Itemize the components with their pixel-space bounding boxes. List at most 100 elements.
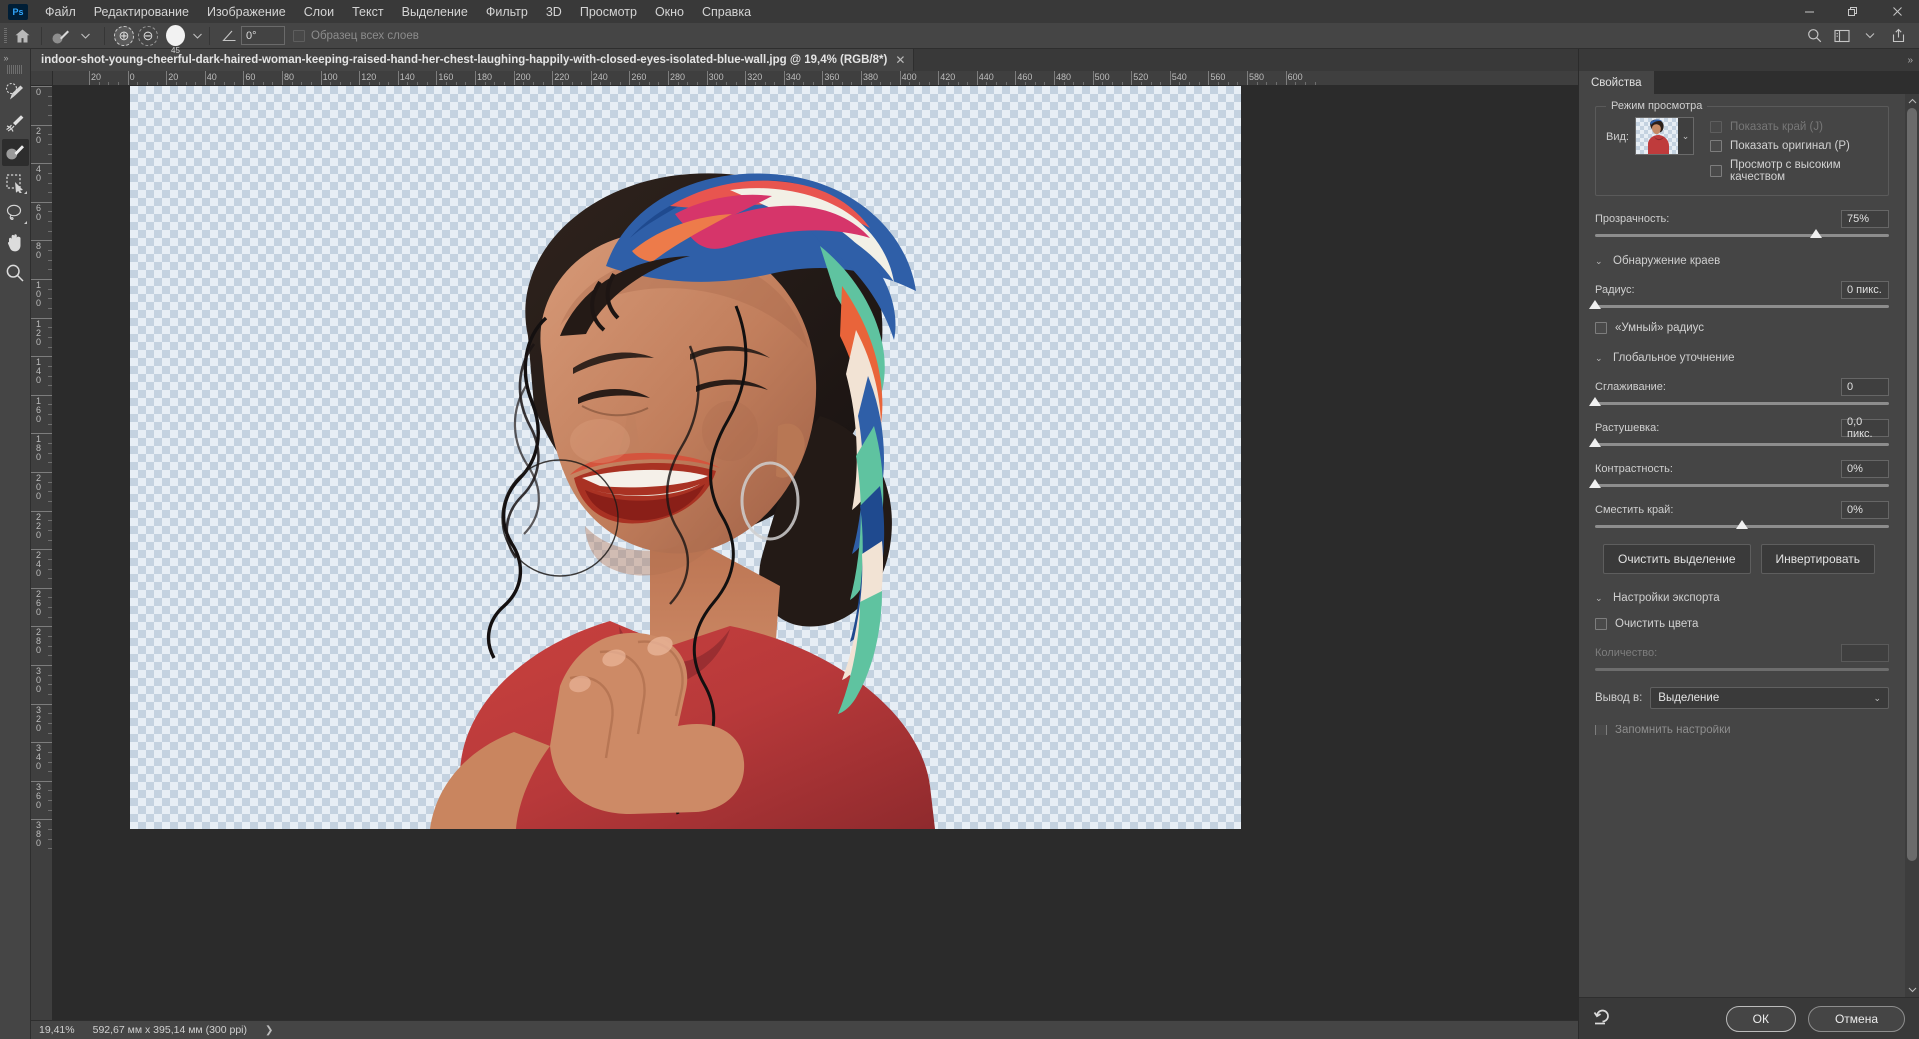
angle-input[interactable]: 0° (241, 26, 285, 45)
document-dimensions[interactable]: 592,67 мм x 395,14 мм (300 ppi) (93, 1024, 247, 1036)
menu-layers[interactable]: Слои (295, 2, 343, 22)
sample-all-layers-checkbox[interactable]: Образец всех слоев (293, 29, 419, 42)
contrast-value[interactable]: 0% (1841, 460, 1889, 478)
horizontal-ruler[interactable]: 20 0 20 40 60 80 100 120 140 160 180 200 220 240 260 28… (53, 71, 1578, 86)
tool-brush[interactable] (1, 139, 29, 166)
scroll-down-icon[interactable] (1905, 983, 1919, 997)
close-button[interactable] (1875, 0, 1919, 23)
add-to-selection-button[interactable]: ⊕ (112, 25, 136, 47)
chevron-down-icon[interactable]: ⌄ (1677, 118, 1693, 154)
scroll-thumb[interactable] (1907, 108, 1917, 861)
checkbox-high-quality-preview[interactable]: Просмотр с высоким качеством (1709, 159, 1878, 183)
panel-content: Режим просмотра Вид: ⌄ Показать край (J)… (1579, 94, 1905, 997)
ruler-label: 180 (36, 434, 42, 463)
share-icon[interactable] (1885, 24, 1911, 48)
status-expand-icon[interactable]: ❯ (265, 1025, 273, 1036)
home-icon[interactable] (10, 25, 34, 47)
feather-track[interactable] (1589, 438, 1889, 447)
scroll-track[interactable] (1905, 108, 1919, 983)
invert-button[interactable]: Инвертировать (1760, 544, 1876, 574)
zoom-level[interactable]: 19,41% (39, 1024, 75, 1036)
document-tab[interactable]: indoor-shot-young-cheerful-dark-haired-w… (31, 49, 915, 71)
opacity-thumb[interactable] (1809, 229, 1822, 238)
tool-object-selection[interactable] (2, 169, 29, 196)
section-global-refinement[interactable]: ⌄ Глобальное уточнение (1595, 352, 1889, 364)
tool-zoom[interactable] (2, 259, 29, 286)
ruler-label: 440 (978, 72, 994, 82)
panel-scrollbar[interactable] (1905, 94, 1919, 997)
menu-3d[interactable]: 3D (537, 2, 571, 22)
radius-head: Радиус: 0 пикс. (1595, 281, 1889, 299)
menu-file[interactable]: Файл (36, 2, 85, 22)
ruler-tick (31, 86, 52, 87)
brush-size-preview[interactable]: 45 (166, 25, 202, 55)
checkbox-label: Показать край (J) (1729, 121, 1823, 133)
ruler-tick (31, 317, 52, 319)
menu-window[interactable]: Окно (646, 2, 693, 22)
menu-help[interactable]: Справка (693, 2, 760, 22)
clear-selection-button[interactable]: Очистить выделение (1603, 544, 1751, 574)
vertical-ruler[interactable]: 0 20 40 60 80 100 120 140 160 180 200 220 240 260 280 3… (31, 86, 53, 1020)
tool-quick-selection[interactable] (2, 79, 29, 106)
radius-thumb[interactable] (1589, 300, 1601, 309)
menu-filter[interactable]: Фильтр (477, 2, 537, 22)
menu-select[interactable]: Выделение (393, 2, 477, 22)
checkbox-smart-radius[interactable]: «Умный» радиус (1595, 322, 1889, 334)
radius-value[interactable]: 0 пикс. (1841, 281, 1889, 299)
ruler-label: 160 (36, 395, 42, 424)
status-bar: 19,41% 592,67 мм x 395,14 мм (300 ppi) ❯ (31, 1020, 1578, 1039)
feather-value[interactable]: 0,0 пикс. (1841, 416, 1889, 440)
checkbox-decontaminate-colors[interactable]: Очистить цвета (1595, 618, 1889, 630)
tab-properties[interactable]: Свойства (1579, 71, 1654, 94)
shift-edge-value[interactable]: 0% (1841, 501, 1889, 519)
options-bar: ⊕ ⊖ 45 0° Образец всех слоев (0, 23, 1919, 55)
menu-image[interactable]: Изображение (198, 2, 295, 22)
checkbox-show-edge[interactable]: Показать край (J) (1709, 121, 1878, 133)
tool-hand[interactable] (2, 229, 29, 256)
section-edge-detection[interactable]: ⌄ Обнаружение краев (1595, 255, 1889, 267)
radius-track[interactable] (1589, 300, 1889, 309)
view-thumbnail-picker[interactable]: ⌄ (1634, 117, 1694, 155)
contrast-thumb[interactable] (1589, 479, 1601, 488)
shift-edge-thumb[interactable] (1736, 520, 1748, 529)
checkbox-remember-settings[interactable]: Запомнить настройки (1595, 725, 1889, 735)
reset-icon[interactable] (1593, 1007, 1612, 1030)
toolbar-grip[interactable] (7, 65, 23, 74)
shift-edge-track[interactable] (1595, 520, 1889, 529)
menu-text[interactable]: Текст (343, 2, 392, 22)
canvas-viewport[interactable] (53, 86, 1578, 1020)
tool-lasso[interactable] (2, 199, 29, 226)
tool-refine-edge-brush[interactable] (2, 109, 29, 136)
ruler-label: 540 (1171, 72, 1187, 82)
output-to-select[interactable]: Выделение ⌄ (1650, 687, 1889, 709)
menu-view[interactable]: Просмотр (571, 2, 646, 22)
search-icon[interactable] (1801, 24, 1827, 48)
scroll-up-icon[interactable] (1905, 94, 1919, 108)
restore-button[interactable] (1831, 0, 1875, 23)
opacity-track[interactable] (1595, 229, 1889, 238)
section-export-settings[interactable]: ⌄ Настройки экспорта (1595, 592, 1889, 604)
smooth-thumb[interactable] (1589, 397, 1601, 406)
brush-preset-icon[interactable] (49, 25, 73, 47)
minimize-button[interactable] (1787, 0, 1831, 23)
feather-thumb[interactable] (1589, 438, 1601, 447)
workspace-icon[interactable] (1829, 24, 1855, 48)
chevron-down-icon[interactable] (1857, 24, 1883, 48)
brush-preset-chevron-icon[interactable] (73, 25, 97, 47)
subtract-from-selection-button[interactable]: ⊖ (136, 25, 160, 47)
ruler-label: 200 (36, 473, 42, 501)
contrast-track[interactable] (1589, 479, 1889, 488)
toolbar-collapse-icon[interactable]: » (0, 51, 31, 65)
cancel-button[interactable]: Отмена (1807, 1005, 1905, 1032)
close-icon[interactable]: ✕ (895, 54, 905, 66)
smooth-value[interactable]: 0 (1841, 378, 1889, 396)
panel-collapse-icon[interactable]: » (1907, 55, 1913, 66)
smooth-track[interactable] (1589, 397, 1889, 406)
ruler-label: 240 (36, 550, 42, 579)
ok-button[interactable]: ОК (1725, 1005, 1796, 1032)
canvas[interactable] (130, 86, 1241, 829)
options-bar-grip[interactable] (0, 23, 10, 49)
menu-edit[interactable]: Редактирование (85, 2, 198, 22)
opacity-value[interactable]: 75% (1841, 210, 1889, 228)
checkbox-show-original[interactable]: Показать оригинал (P) (1709, 140, 1878, 152)
